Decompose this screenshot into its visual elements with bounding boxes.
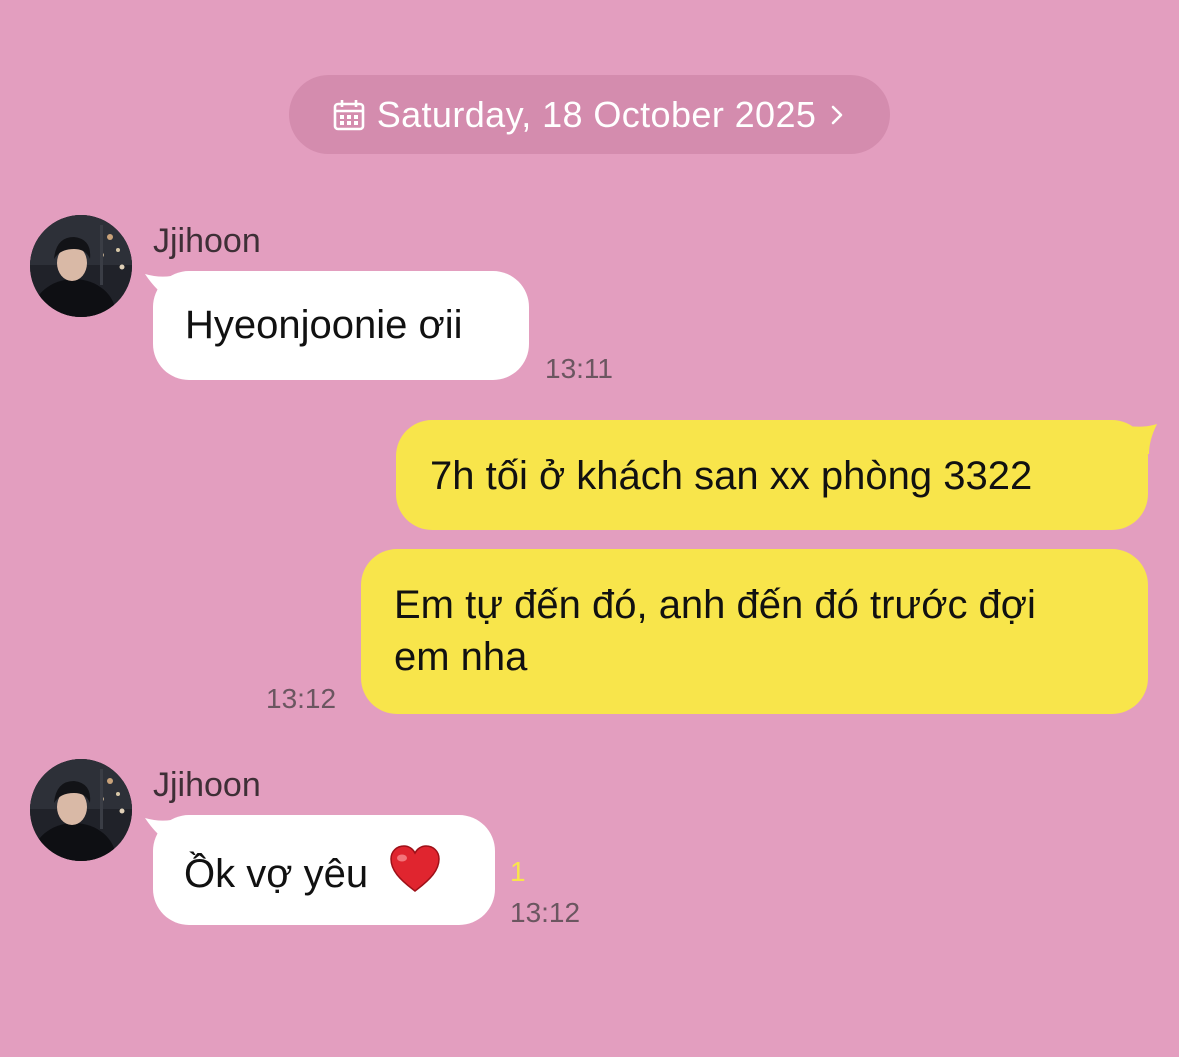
- chevron-right-icon: [831, 105, 843, 124]
- message-text-line: Em tự đến đó, anh đến đó trước đợi: [394, 583, 1036, 627]
- sender-name: Jjihoon: [153, 766, 261, 804]
- avatar[interactable]: [30, 759, 132, 861]
- avatar[interactable]: [30, 215, 132, 317]
- message-bubble-outgoing[interactable]: Em tự đến đó, anh đến đó trước đợi em nh…: [361, 549, 1148, 714]
- sender-name: Jjihoon: [153, 222, 261, 260]
- message-text-line: em nha: [394, 635, 528, 679]
- message-time: 13:11: [545, 353, 613, 384]
- avatar-image: [30, 759, 132, 861]
- date-separator[interactable]: Saturday, 18 October 2025: [289, 75, 890, 154]
- message-bubble-incoming[interactable]: Ồk vợ yêu: [153, 815, 495, 925]
- message-text: Hyeonjoonie ơii: [185, 303, 463, 347]
- heart-emoji: [390, 845, 440, 892]
- message-time: 13:12: [510, 897, 581, 928]
- message-bubble-outgoing[interactable]: 7h tối ở khách san xx phòng 3322: [396, 420, 1148, 530]
- avatar-image: [30, 215, 132, 317]
- message-text: 7h tối ở khách san xx phòng 3322: [430, 454, 1033, 498]
- message-bubble-incoming[interactable]: Hyeonjoonie ơii: [153, 271, 529, 380]
- date-label: Saturday, 18 October 2025: [376, 93, 817, 135]
- message-text: Ồk vợ yêu: [184, 852, 369, 896]
- unread-count: 1: [510, 856, 526, 887]
- calendar-icon: [333, 99, 364, 130]
- message-time: 13:12: [266, 683, 337, 714]
